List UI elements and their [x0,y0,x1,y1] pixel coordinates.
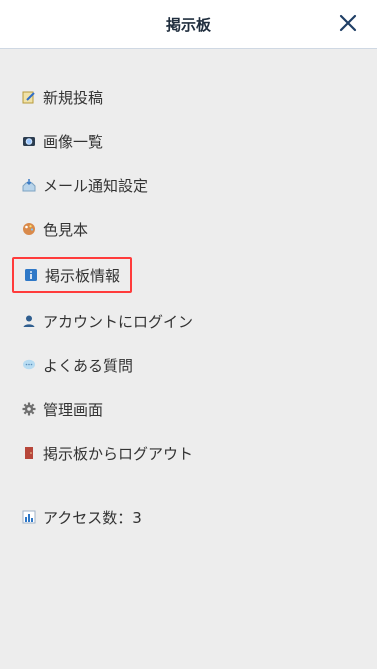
menu-item-label: よくある質問 [43,356,134,375]
door-icon [22,446,36,460]
close-button[interactable] [337,12,359,34]
menu-item-new-post[interactable]: 新規投稿 [0,75,377,119]
inbox-icon [22,178,36,192]
access-count: アクセス数：3 [0,495,377,539]
menu-item-label: 掲示板情報 [45,266,121,285]
menu-item-faq[interactable]: よくある質問 [0,343,377,387]
menu-item-label: 管理画面 [43,400,104,419]
palette-icon [22,222,36,236]
menu-item-label: アカウントにログイン [43,312,194,331]
pencil-note-icon [22,90,36,104]
info-icon [24,268,38,282]
menu-item-label: メール通知設定 [43,176,149,195]
access-count-label: アクセス数：3 [43,508,142,527]
user-icon [22,314,36,328]
menu-item-logout[interactable]: 掲示板からログアウト [0,431,377,475]
menu-item-image-list[interactable]: 画像一覧 [0,119,377,163]
menu-item-mail-settings[interactable]: メール通知設定 [0,163,377,207]
menu-item-label: 画像一覧 [43,132,104,151]
bar-chart-icon [22,510,36,524]
menu-item-admin[interactable]: 管理画面 [0,387,377,431]
close-icon [339,14,357,32]
header: 掲示板 [0,0,377,49]
menu-item-label: 色見本 [43,220,89,239]
camera-icon [22,134,36,148]
menu-item-board-info[interactable]: 掲示板情報 [12,257,133,293]
menu-item-label: 掲示板からログアウト [43,444,194,463]
side-menu: 新規投稿 画像一覧 メール通知設定 色見本 掲示板情報 アカウントにログイン よ… [0,49,377,539]
gear-icon [22,402,36,416]
speech-bubble-icon [22,358,36,372]
page-title: 掲示板 [165,15,211,34]
menu-item-color-samples[interactable]: 色見本 [0,207,377,251]
menu-item-label: 新規投稿 [43,88,104,107]
menu-item-login[interactable]: アカウントにログイン [0,299,377,343]
menu-spacer [0,475,377,495]
